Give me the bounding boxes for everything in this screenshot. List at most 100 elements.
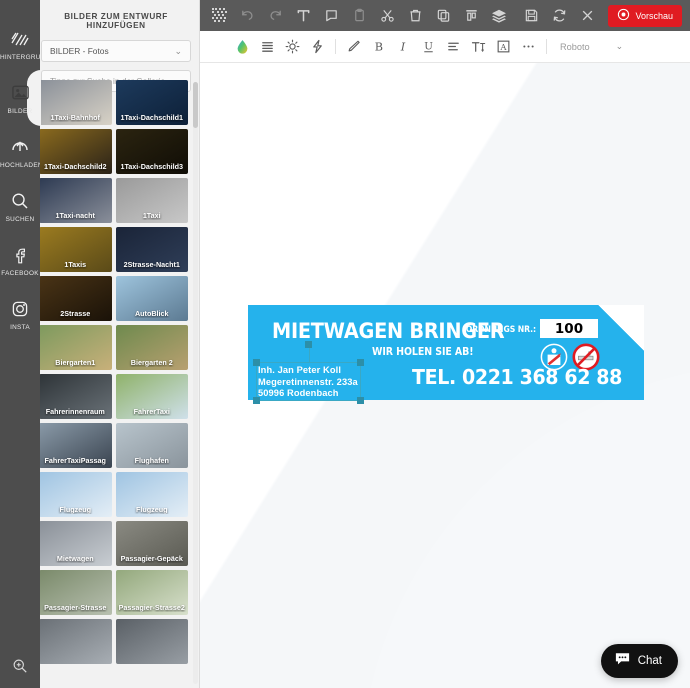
font-family-value: Roboto [560, 41, 590, 52]
brightness-icon[interactable] [280, 34, 305, 59]
chevron-down-icon: ⌄ [174, 45, 182, 56]
image-icon [11, 82, 30, 104]
gallery-scrollbar[interactable] [193, 82, 198, 684]
refresh-icon[interactable] [546, 3, 572, 29]
sidebar-item-hochladen[interactable]: HOCHLADEN [0, 130, 40, 174]
sidebar-item-insta[interactable]: INSTA [0, 292, 40, 336]
gallery-thumbnail[interactable]: 2Strasse-Nacht1 [115, 227, 188, 272]
sidebar-label-insta: INSTA [10, 323, 30, 331]
font-size-icon[interactable] [466, 34, 491, 59]
toolbar-divider [335, 39, 336, 54]
gallery-panel: BILDER ZUM ENTWURF HINZUFÜGEN BILDER - F… [33, 0, 200, 688]
copy-icon[interactable] [430, 3, 456, 29]
chat-widget-label: Chat [637, 655, 662, 667]
qr-grid-icon[interactable] [206, 3, 232, 29]
sidebar-label-hochladen: HOCHLADEN [0, 161, 40, 169]
gallery-thumbnail-label: AutoBlick [134, 309, 169, 318]
gallery-thumbnail[interactable]: Passagier-Gepäck [115, 521, 188, 566]
gallery-thumbnail-label: FahrerTaxi [133, 407, 170, 416]
gallery-thumbnail[interactable] [39, 619, 112, 664]
scissors-icon[interactable] [374, 3, 400, 29]
order-number-label: ORDNUNGS NR.: [465, 325, 536, 335]
category-dropdown[interactable]: BILDER - Fotos ⌄ [41, 40, 191, 62]
design-canvas[interactable]: MIETWAGEN BRINGER WIR HOLEN SIE AB! ORDN… [200, 63, 690, 688]
gallery-thumbnail[interactable]: Flughafen [115, 423, 188, 468]
redo-icon[interactable] [262, 3, 288, 29]
gallery-thumbnail[interactable]: FahrerTaxi [115, 374, 188, 419]
bold-icon[interactable]: B [366, 34, 391, 59]
order-number-value[interactable]: 100 [540, 319, 598, 338]
gallery-thumbnail[interactable]: 1Taxi [115, 178, 188, 223]
business-card-design[interactable]: MIETWAGEN BRINGER WIR HOLEN SIE AB! ORDN… [248, 305, 644, 404]
gallery-thumbnail[interactable]: 1Taxi-nacht [39, 178, 112, 223]
gallery-thumbnail[interactable]: FahrerTaxiPassag [39, 423, 112, 468]
resize-handle-top-right[interactable] [357, 359, 364, 366]
font-family-dropdown[interactable]: Roboto ⌄ [560, 42, 623, 52]
sidebar-item-hintergrund[interactable]: HINTERGRUND [0, 22, 40, 66]
italic-icon[interactable]: I [391, 34, 416, 59]
card-phone[interactable]: TEL. 0221 368 62 88 [412, 365, 622, 389]
text-format-toolbar: B I U A Roboto ⌄ [200, 31, 690, 63]
sidebar-item-suchen[interactable]: SUCHEN [0, 184, 40, 228]
gallery-thumbnail[interactable]: 1Taxi-Bahnhof [39, 80, 112, 125]
underline-icon[interactable]: U [416, 34, 441, 59]
layers-icon[interactable] [486, 3, 512, 29]
chevron-down-icon: ⌄ [615, 41, 624, 51]
sidebar-label-facebook: FACEBOOK [1, 269, 39, 277]
sidebar-item-bilder[interactable]: BILDER [0, 70, 41, 126]
gallery-thumbnail[interactable]: Passagier-Strasse2 [115, 570, 188, 615]
selection-box[interactable] [253, 341, 364, 404]
gallery-thumbnail[interactable]: 1Taxi-Dachschild1 [115, 80, 188, 125]
resize-handle-top-left[interactable] [253, 359, 260, 366]
gallery-thumbnail-label: Passagier-Strasse [44, 603, 107, 612]
close-icon[interactable] [574, 3, 600, 29]
gallery-thumbnail[interactable]: Biergarten1 [39, 325, 112, 370]
lines-icon[interactable] [255, 34, 280, 59]
pen-icon[interactable] [341, 34, 366, 59]
gallery-thumbnail[interactable]: Fahrerinnenraum [39, 374, 112, 419]
resize-handle-bottom-right[interactable] [357, 397, 364, 404]
pattern-icon [11, 28, 29, 50]
category-value: BILDER - Fotos [50, 46, 109, 56]
chat-widget-button[interactable]: Chat [600, 644, 678, 678]
trash-icon[interactable] [402, 3, 428, 29]
text-icon[interactable] [290, 3, 316, 29]
gallery-thumbnail[interactable]: 2Strasse [39, 276, 112, 321]
card-corner-notch [598, 305, 644, 351]
zoom-in-icon[interactable] [0, 658, 40, 674]
main-toolbar: Vorschau [200, 0, 690, 31]
shape-icon[interactable] [318, 3, 344, 29]
gallery-scroll-area[interactable]: 1Taxi-Bahnhof 1Taxi-Dachschild1 1Taxi-Dach… [39, 80, 194, 688]
gallery-grid: 1Taxi-Bahnhof 1Taxi-Dachschild1 1Taxi-Dach… [39, 80, 194, 664]
gallery-thumbnail[interactable]: Flugzeug [115, 472, 188, 517]
gallery-thumbnail[interactable]: Passagier-Strasse [39, 570, 112, 615]
gallery-thumbnail[interactable]: AutoBlick [115, 276, 188, 321]
undo-icon[interactable] [234, 3, 260, 29]
effect-icon[interactable] [305, 34, 330, 59]
toolbar-divider-2 [546, 39, 547, 54]
paste-icon[interactable] [346, 3, 372, 29]
align-icon[interactable] [458, 3, 484, 29]
resize-handle-bottom-left[interactable] [253, 397, 260, 404]
gallery-thumbnail-label: 1Taxi-Dachschild1 [120, 113, 184, 122]
gallery-thumbnail[interactable]: 1Taxi-Dachschild3 [115, 129, 188, 174]
left-icon-rail: HINTERGRUND BILDER HOCHLADEN [0, 0, 41, 688]
text-box-icon[interactable]: A [491, 34, 516, 59]
rotate-handle[interactable] [305, 341, 312, 348]
gallery-thumbnail[interactable]: Flugzeug [39, 472, 112, 517]
gallery-thumbnail[interactable] [115, 619, 188, 664]
gallery-thumbnail[interactable]: Biergarten 2 [115, 325, 188, 370]
card-subtitle[interactable]: WIR HOLEN SIE AB! [372, 346, 474, 358]
gallery-thumbnail[interactable]: 1Taxi-Dachschild2 [39, 129, 112, 174]
save-icon[interactable] [518, 3, 544, 29]
instagram-icon [11, 298, 29, 320]
gallery-scrollbar-thumb[interactable] [193, 82, 198, 128]
gallery-thumbnail[interactable]: 1Taxis [39, 227, 112, 272]
gallery-thumbnail-label: Passagier-Gepäck [120, 554, 183, 563]
align-left-icon[interactable] [441, 34, 466, 59]
gallery-thumbnail[interactable]: Mietwagen [39, 521, 112, 566]
sidebar-item-facebook[interactable]: FACEBOOK [0, 238, 40, 282]
preview-button[interactable]: Vorschau [608, 4, 682, 27]
more-icon[interactable] [516, 34, 541, 59]
color-drop-icon[interactable] [230, 34, 255, 59]
